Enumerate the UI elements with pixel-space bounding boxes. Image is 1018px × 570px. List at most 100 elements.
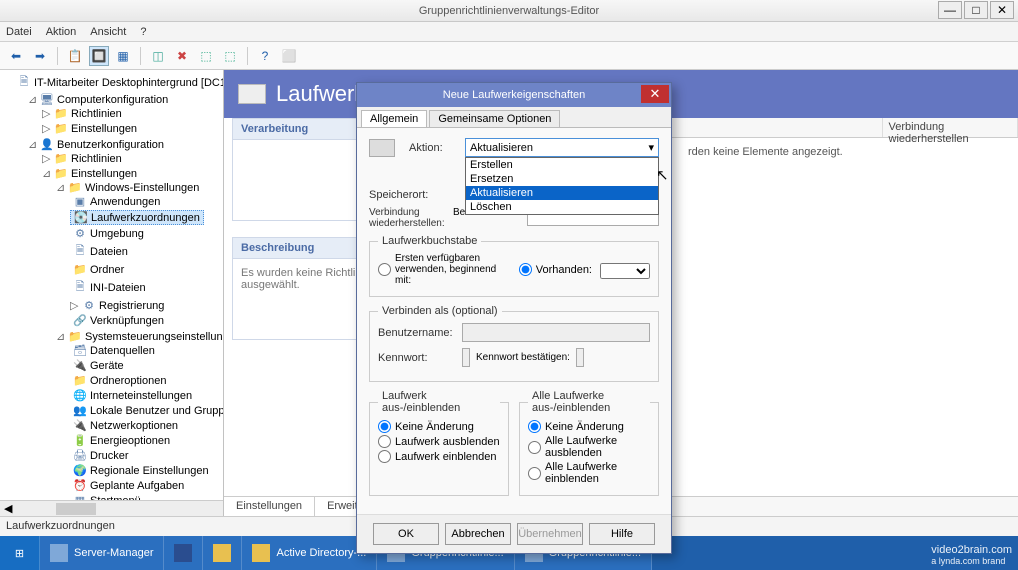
tree-registry[interactable]: Registrierung [99, 300, 164, 312]
radio-aus-1[interactable] [378, 435, 391, 448]
menu-help[interactable]: ? [140, 26, 146, 38]
uebernehmen-button: Übernehmen [517, 523, 583, 545]
opt-erstellen[interactable]: Erstellen [466, 158, 658, 172]
tree-geraete[interactable]: Geräte [90, 360, 124, 372]
back-icon[interactable]: ⬅ [6, 46, 26, 66]
tree-anwendungen[interactable]: Anwendungen [90, 196, 160, 208]
computer-icon: 🖥 [40, 93, 54, 106]
tool-icon-7[interactable]: ⬚ [220, 46, 240, 66]
tree-syssett[interactable]: Systemsteuerungseinstellungen [85, 331, 224, 343]
ok-button[interactable]: OK [373, 523, 439, 545]
tree-userconf[interactable]: Benutzerkonfiguration [57, 139, 164, 151]
tree-internet[interactable]: Interneteinstellungen [90, 390, 192, 402]
radio-ein-1[interactable] [378, 450, 391, 463]
radio-ersten[interactable] [378, 263, 391, 276]
tree-drucker[interactable]: Drucker [90, 450, 129, 462]
hilfe-button[interactable]: Hilfe [589, 523, 655, 545]
radio-aus-2[interactable] [528, 441, 541, 454]
tree-scrollbar[interactable]: ◀ [0, 500, 223, 516]
tree-regionale[interactable]: Regionale Einstellungen [90, 465, 209, 477]
item-icon: 🔋 [73, 434, 87, 447]
tab-allgemein[interactable]: Allgemein [361, 110, 427, 127]
menu-file[interactable]: Datei [6, 26, 32, 38]
tree-netzwerk[interactable]: Netzwerkoptionen [90, 420, 178, 432]
radio-keine-2[interactable] [528, 420, 541, 433]
tree-einstellungen-2[interactable]: Einstellungen [71, 168, 137, 180]
menu-bar: Datei Aktion Ansicht ? [0, 22, 1018, 42]
tree-windows[interactable]: Windows-Einstellungen [85, 182, 199, 194]
label-benutzer: Benutzername: [378, 327, 456, 339]
start-button[interactable]: ⊞ [0, 536, 40, 570]
label-aus-1: Laufwerk ausblenden [395, 436, 500, 448]
radio-ein-2[interactable] [528, 467, 541, 480]
tree-dateien[interactable]: Dateien [90, 246, 128, 258]
aktion-dropdown[interactable]: Erstellen Ersetzen Aktualisieren Löschen [465, 157, 659, 215]
taskbar-powershell[interactable] [164, 536, 203, 570]
minimize-button[interactable]: — [938, 1, 962, 19]
opt-loeschen[interactable]: Löschen [466, 200, 658, 214]
tab-gemeinsame[interactable]: Gemeinsame Optionen [429, 110, 560, 127]
group-lwbuchstabe: Laufwerkbuchstabe [378, 235, 481, 247]
tree-lokale[interactable]: Lokale Benutzer und Gruppen [90, 405, 224, 417]
tool-icon-1[interactable]: 📋 [65, 46, 85, 66]
drive-icon [369, 139, 395, 157]
dialog-titlebar[interactable]: Neue Laufwerkeigenschaften ✕ [357, 83, 671, 107]
radio-keine-1[interactable] [378, 420, 391, 433]
aktion-combobox[interactable]: Aktualisieren▾ Erstellen Ersetzen Aktual… [465, 138, 659, 157]
folder-icon: 📁 [54, 167, 68, 180]
label-kennwort: Kennwort: [378, 352, 456, 364]
tool-icon-3[interactable]: ▦ [113, 46, 133, 66]
tab-einstellungen[interactable]: Einstellungen [224, 497, 315, 516]
opt-aktualisieren[interactable]: Aktualisieren [466, 186, 658, 200]
radio-vorhanden[interactable] [519, 263, 532, 276]
tree-richtlinien-1[interactable]: Richtlinien [71, 108, 122, 120]
item-icon: ⏰ [73, 479, 87, 492]
item-icon: 🔗 [73, 314, 87, 327]
dialog-close-icon[interactable]: ✕ [641, 85, 669, 103]
folder-icon: 📁 [68, 330, 82, 343]
taskbar-explorer[interactable] [203, 536, 242, 570]
item-icon: 🔌 [73, 419, 87, 432]
tool-icon-5[interactable]: ✖ [172, 46, 192, 66]
tool-icon-2[interactable]: 🔲 [89, 46, 109, 66]
item-icon: 👥 [73, 404, 87, 417]
abbrechen-button[interactable]: Abbrechen [445, 523, 511, 545]
item-icon: 🔌 [73, 359, 87, 372]
powershell-icon [174, 544, 192, 562]
item-icon: ▣ [73, 195, 87, 208]
tree-laufwerk[interactable]: Laufwerkzuordnungen [91, 212, 200, 224]
taskbar-server[interactable]: Server-Manager [40, 536, 164, 570]
forward-icon[interactable]: ➡ [30, 46, 50, 66]
tool-icon-6[interactable]: ⬚ [196, 46, 216, 66]
drive-icon [238, 84, 266, 104]
close-button[interactable]: ✕ [990, 1, 1014, 19]
watermark: video2brain.com a lynda.com brand [931, 544, 1012, 566]
toolbar: ⬅ ➡ 📋 🔲 ▦ ◫ ✖ ⬚ ⬚ ? ⬜ [0, 42, 1018, 70]
tree-richtlinien-2[interactable]: Richtlinien [71, 153, 122, 165]
col-verbindung[interactable]: Verbindung wiederherstellen [883, 118, 1018, 137]
tree-ini[interactable]: INI-Dateien [90, 282, 146, 294]
tree-ordner[interactable]: Ordner [90, 264, 124, 276]
item-icon: 🗎 [73, 278, 87, 297]
tree-geplante[interactable]: Geplante Aufgaben [90, 480, 184, 492]
opt-ersetzen[interactable]: Ersetzen [466, 172, 658, 186]
tree-energie[interactable]: Energieoptionen [90, 435, 170, 447]
tree-ordneropt[interactable]: Ordneroptionen [90, 375, 166, 387]
tree-computerconf[interactable]: Computerkonfiguration [57, 94, 168, 106]
menu-action[interactable]: Aktion [46, 26, 77, 38]
tree-view[interactable]: 🗎 IT-Mitarbeiter Desktophintergrund [DC1.… [0, 70, 224, 516]
menu-view[interactable]: Ansicht [90, 26, 126, 38]
server-icon [50, 544, 68, 562]
ad-icon [252, 544, 270, 562]
help-icon[interactable]: ? [255, 46, 275, 66]
tool-icon-4[interactable]: ◫ [148, 46, 168, 66]
drive-letter-select[interactable] [600, 263, 650, 279]
tree-datenquellen[interactable]: Datenquellen [90, 345, 155, 357]
tree-umgebung[interactable]: Umgebung [90, 228, 144, 240]
label-keine-2: Keine Änderung [545, 421, 624, 433]
tree-root[interactable]: IT-Mitarbeiter Desktophintergrund [DC1.T… [34, 77, 224, 89]
maximize-button[interactable]: □ [964, 1, 988, 19]
tree-einstellungen-1[interactable]: Einstellungen [71, 123, 137, 135]
tree-verknuepf[interactable]: Verknüpfungen [90, 315, 164, 327]
tool-icon-8[interactable]: ⬜ [279, 46, 299, 66]
